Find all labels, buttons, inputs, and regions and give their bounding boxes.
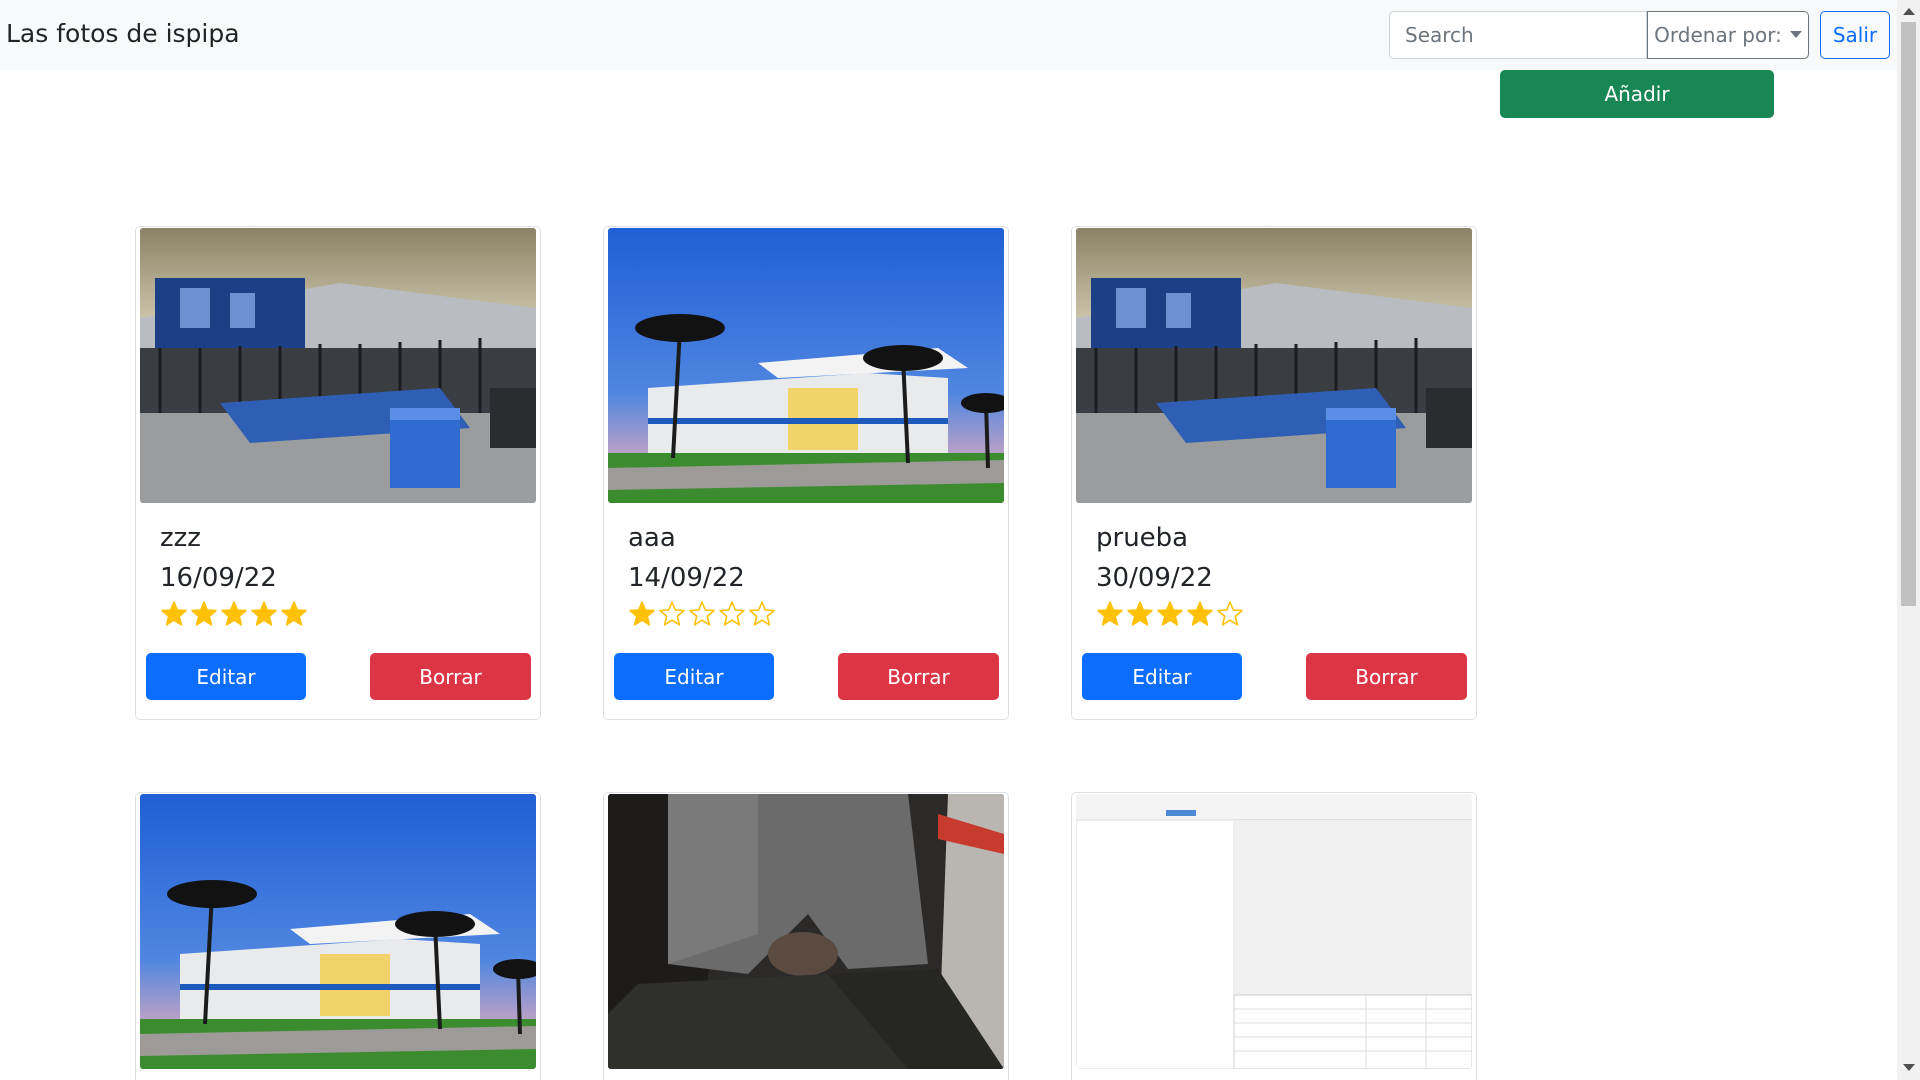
photo-image-person <box>608 794 1004 1069</box>
sort-dropdown-button[interactable]: Ordenar por: <box>1647 11 1809 59</box>
photo-date: 16/09/22 <box>160 563 277 593</box>
edit-button[interactable]: Editar <box>614 653 774 700</box>
scroll-down-arrow-icon[interactable] <box>1903 1064 1915 1071</box>
sort-label: Ordenar por: <box>1654 23 1782 47</box>
photo-image-app-screenshot <box>1076 794 1472 1069</box>
star-filled-icon <box>1187 601 1213 626</box>
search-input[interactable] <box>1389 11 1647 59</box>
scroll-up-arrow-icon[interactable] <box>1903 8 1915 15</box>
star-filled-icon <box>191 601 217 626</box>
star-rating <box>1096 600 1244 628</box>
star-filled-icon <box>1157 601 1183 626</box>
photo-image-gym <box>140 228 536 503</box>
star-filled-icon <box>161 601 187 626</box>
star-empty-icon <box>659 601 685 626</box>
photo-card: prueba 30/09/22 Editar Borrar <box>1071 226 1477 720</box>
star-filled-icon <box>251 601 277 626</box>
star-filled-icon <box>221 601 247 626</box>
logout-button[interactable]: Salir <box>1820 11 1890 59</box>
photo-title: zzz <box>160 523 201 553</box>
star-rating <box>160 600 308 628</box>
star-empty-icon <box>689 601 715 626</box>
caret-down-icon <box>1789 30 1802 38</box>
edit-button[interactable]: Editar <box>146 653 306 700</box>
photo-date: 30/09/22 <box>1096 563 1213 593</box>
star-filled-icon <box>629 601 655 626</box>
photo-date: 14/09/22 <box>628 563 745 593</box>
photo-title: aaa <box>628 523 676 553</box>
scrollbar-thumb[interactable] <box>1901 22 1916 606</box>
star-rating <box>628 600 776 628</box>
add-photo-button[interactable]: Añadir <box>1500 70 1774 118</box>
delete-button[interactable]: Borrar <box>370 653 531 700</box>
photo-card <box>135 792 541 1080</box>
photo-card: zzz 16/09/22 Editar Borrar <box>135 226 541 720</box>
photo-image-building <box>140 794 536 1069</box>
star-filled-icon <box>281 601 307 626</box>
star-empty-icon <box>719 601 745 626</box>
photo-card <box>603 792 1009 1080</box>
photo-image-gym <box>1076 228 1472 503</box>
delete-button[interactable]: Borrar <box>1306 653 1467 700</box>
photo-card: aaa 14/09/22 Editar Borrar <box>603 226 1009 720</box>
star-empty-icon <box>749 601 775 626</box>
photo-image-building <box>608 228 1004 503</box>
delete-button[interactable]: Borrar <box>838 653 999 700</box>
star-filled-icon <box>1127 601 1153 626</box>
vertical-scrollbar[interactable] <box>1897 0 1920 1080</box>
navbar: Las fotos de ispipa Ordenar por: Salir <box>0 0 1897 70</box>
star-empty-icon <box>1217 601 1243 626</box>
photo-title: prueba <box>1096 523 1189 553</box>
photo-card <box>1071 792 1477 1080</box>
edit-button[interactable]: Editar <box>1082 653 1242 700</box>
star-filled-icon <box>1097 601 1123 626</box>
brand-title[interactable]: Las fotos de ispipa <box>6 19 240 48</box>
